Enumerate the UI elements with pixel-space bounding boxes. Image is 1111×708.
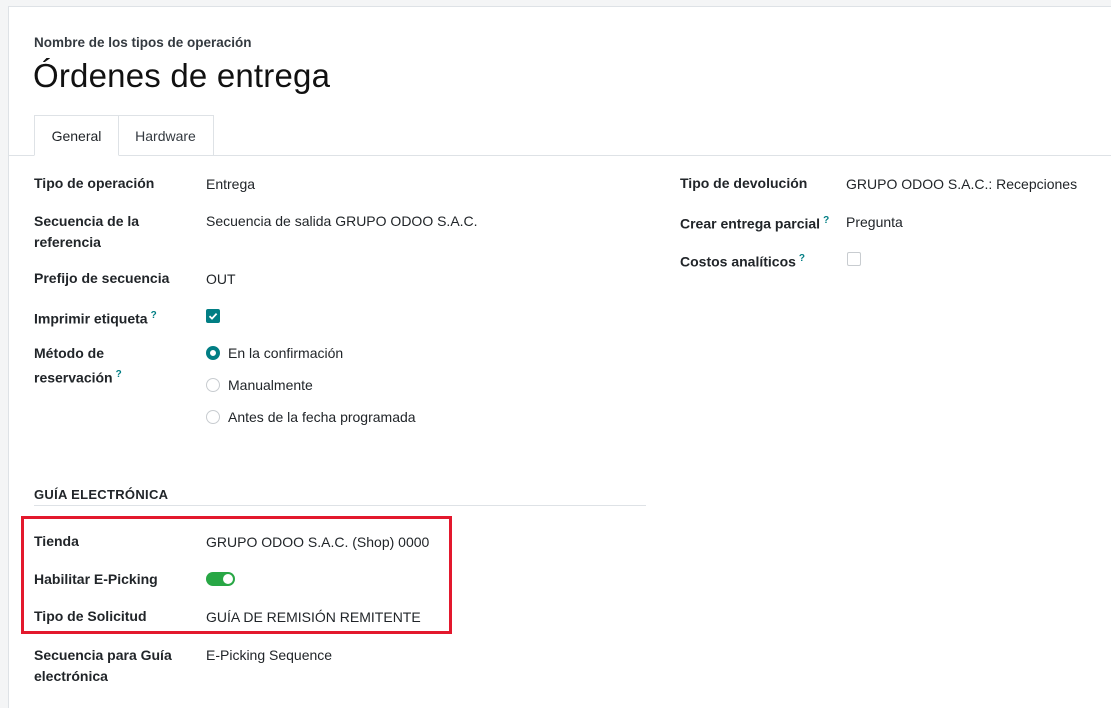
highlight-box xyxy=(21,516,452,634)
operation-type-label: Tipo de operación xyxy=(34,175,155,191)
reference-sequence-label-line2: referencia xyxy=(34,234,101,250)
operation-type-value[interactable]: Entrega xyxy=(206,173,255,195)
help-icon[interactable]: ? xyxy=(823,215,829,226)
radio-en-la-confirmacion[interactable] xyxy=(206,346,220,360)
check-icon xyxy=(208,312,218,320)
partial-delivery-label: Crear entrega parcial? xyxy=(680,210,829,235)
reference-sequence-label-line1: Secuencia de la xyxy=(34,213,140,229)
return-type-label: Tipo de devolución xyxy=(680,175,808,191)
sequence-prefix-label: Prefijo de secuencia xyxy=(34,270,170,286)
reservation-method-label-line2: reservación? xyxy=(34,364,122,389)
print-label-text: Imprimir etiqueta xyxy=(34,310,148,327)
partial-delivery-text: Crear entrega parcial xyxy=(680,215,821,232)
notebook-tabs: General Hardware xyxy=(9,115,1111,156)
help-icon[interactable]: ? xyxy=(151,310,157,321)
analytic-costs-checkbox[interactable] xyxy=(847,252,861,266)
radio-label-en-la-confirmacion[interactable]: En la confirmación xyxy=(228,342,343,364)
radio-label-manualmente[interactable]: Manualmente xyxy=(228,374,313,396)
form-sheet: Nombre de los tipos de operación Órdenes… xyxy=(8,6,1111,708)
guia-sequence-label-line2: electrónica xyxy=(34,668,108,684)
guia-sequence-label-line1: Secuencia para Guía xyxy=(34,647,172,663)
guia-sequence-value[interactable]: E-Picking Sequence xyxy=(206,644,332,666)
radio-label-antes-fecha-programada[interactable]: Antes de la fecha programada xyxy=(228,406,416,428)
name-field-label: Nombre de los tipos de operación xyxy=(34,35,252,50)
reservation-method-text: reservación xyxy=(34,369,113,386)
reference-sequence-value[interactable]: Secuencia de salida GRUPO ODOO S.A.C. xyxy=(206,210,478,232)
sequence-prefix-value[interactable]: OUT xyxy=(206,268,236,290)
partial-delivery-value[interactable]: Pregunta xyxy=(846,211,903,233)
radio-manualmente[interactable] xyxy=(206,378,220,392)
analytic-costs-text: Costos analíticos xyxy=(680,253,796,270)
print-label-label: Imprimir etiqueta? xyxy=(34,305,157,330)
print-label-checkbox[interactable] xyxy=(206,309,220,323)
analytic-costs-label: Costos analíticos? xyxy=(680,248,805,273)
radio-antes-fecha-programada[interactable] xyxy=(206,410,220,424)
reservation-method-label-line1: Método de xyxy=(34,345,104,361)
section-title-guia-electronica: GUÍA ELECTRÓNICA xyxy=(34,487,169,502)
tab-general[interactable]: General xyxy=(34,115,119,156)
return-type-value[interactable]: GRUPO ODOO S.A.C.: Recepciones xyxy=(846,173,1077,195)
help-icon[interactable]: ? xyxy=(799,253,805,264)
section-divider xyxy=(34,505,646,506)
tab-hardware[interactable]: Hardware xyxy=(118,115,214,155)
help-icon[interactable]: ? xyxy=(116,369,122,380)
page-title[interactable]: Órdenes de entrega xyxy=(33,57,330,95)
